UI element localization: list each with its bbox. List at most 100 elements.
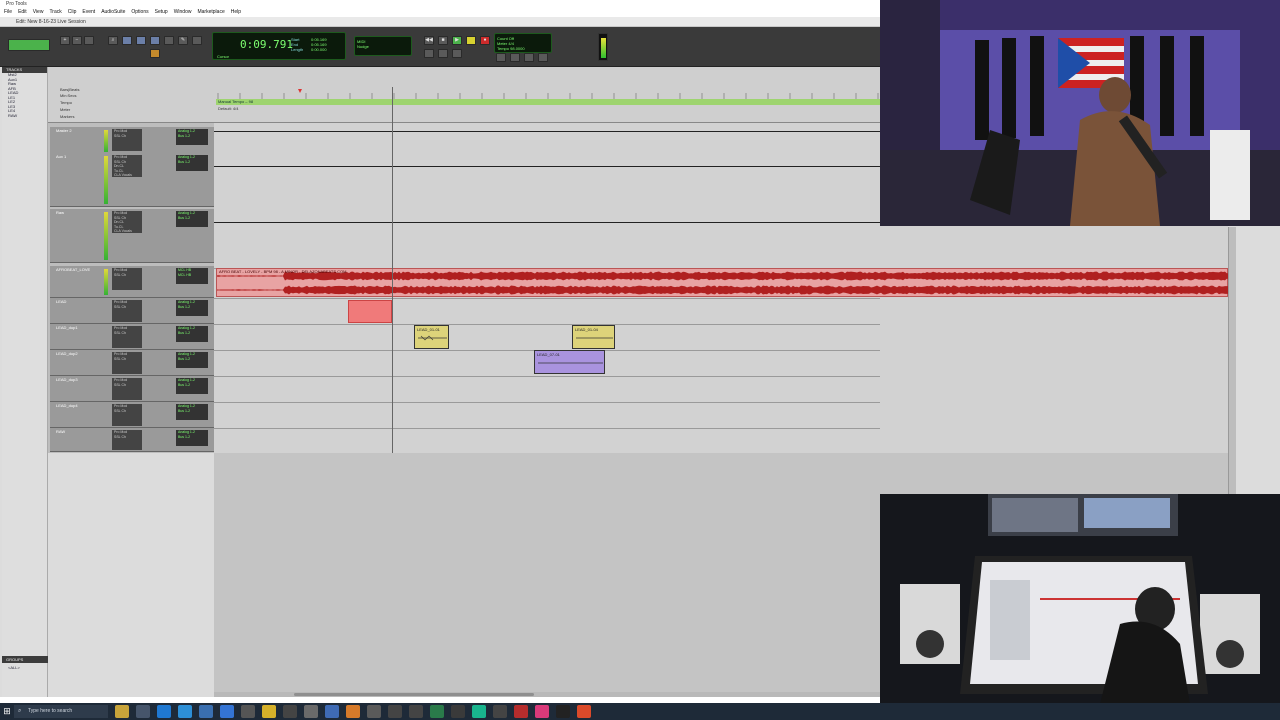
selector-tool-icon[interactable] <box>136 36 146 45</box>
taskbar-app-icon[interactable] <box>115 705 129 718</box>
menu-track[interactable]: Track <box>49 8 61 17</box>
app-icon[interactable] <box>514 705 528 718</box>
track-name[interactable]: LEAD_dup4 <box>56 403 78 408</box>
record-button[interactable]: ● <box>480 36 490 45</box>
track-name[interactable]: Raw <box>56 210 64 215</box>
track-name[interactable]: LEAD_dup2 <box>56 351 78 356</box>
tempo-meter-panel[interactable]: Count Off Meter 4/4 Tempo 98.0000 <box>494 33 552 53</box>
track-header[interactable]: RAW Pro Mod SSL Ch Analog 1-2 Bus 1-2 <box>50 428 214 452</box>
groups-all-item[interactable]: <ALL> <box>8 665 20 670</box>
insert-slot[interactable]: SSL Ch <box>114 273 142 278</box>
track-name[interactable]: RAW <box>56 429 65 434</box>
track-header[interactable]: LEAD_dup3 Pro Mod SSL Ch Analog 1-2 Bus 1-2 <box>50 376 214 402</box>
io-slot[interactable]: Bus 1-2 <box>178 160 208 165</box>
grabber-tool-icon[interactable] <box>150 36 160 45</box>
track-io[interactable]: Analog 1-2 Bus 1-2 <box>176 155 208 171</box>
stop-button[interactable]: ■ <box>438 36 448 45</box>
edit-mode-shuffle-button[interactable] <box>8 39 50 51</box>
track-io[interactable]: Analog 1-2 Bus 1-2 <box>176 430 208 446</box>
app-icon[interactable] <box>472 705 486 718</box>
edge-icon[interactable] <box>157 705 171 718</box>
track-io[interactable]: Analog 1-2 Bus 1-2 <box>176 300 208 316</box>
insert-slot[interactable]: SSL Ch <box>114 409 142 414</box>
transport-aux-button-1[interactable] <box>424 49 434 58</box>
task-view-icon[interactable] <box>136 705 150 718</box>
bars-ruler[interactable] <box>216 87 880 99</box>
track-header[interactable]: Aux 1 Pro Mod SSL Ch Dn.CL Tu.CL CLA Vocals An… <box>50 153 214 207</box>
track-header[interactable]: LEAD_dup4 Pro Mod SSL Ch Analog 1-2 Bus 1-2 <box>50 402 214 428</box>
track-header[interactable]: AFROBEAT_LOVE Pro Mod SSL Ch MCL HB MCL HB <box>50 266 214 298</box>
chrome-icon[interactable] <box>577 705 591 718</box>
play-button[interactable]: ▶ <box>452 36 462 45</box>
tempo-value[interactable]: 98.0000 <box>510 46 524 51</box>
io-slot[interactable]: Bus 1-2 <box>178 357 208 362</box>
track-name[interactable]: LEAD <box>56 299 66 304</box>
insert-slot[interactable]: SSL Ch <box>114 331 142 336</box>
track-header[interactable]: LEAD_dup1 Pro Mod SSL Ch Analog 1-2 Bus 1-2 <box>50 324 214 350</box>
pencil-tool-icon[interactable]: ✎ <box>178 36 188 45</box>
app-icon[interactable] <box>346 705 360 718</box>
track-name[interactable]: AFROBEAT_LOVE <box>56 267 90 272</box>
io-slot[interactable]: Bus 1-2 <box>178 305 208 310</box>
tempo-ruler[interactable]: Manual Tempo – 98 <box>216 99 880 105</box>
settings-icon[interactable] <box>283 705 297 718</box>
insert-slot[interactable]: CLA Vocals <box>114 229 142 234</box>
insert-slot[interactable]: SSL Ch <box>114 134 142 139</box>
io-slot[interactable]: Bus 1-2 <box>178 435 208 440</box>
insert-slot[interactable]: SSL Ch <box>114 435 142 440</box>
track-inserts[interactable]: Pro Mod SSL Ch Dn.CL Tu.CL CLA Vocals <box>112 211 142 233</box>
insert-slot[interactable]: SSL Ch <box>114 357 142 362</box>
track-inserts[interactable]: Pro Mod SSL Ch <box>112 430 142 450</box>
track-inserts[interactable]: Pro Mod SSL Ch <box>112 300 142 322</box>
io-slot[interactable]: Bus 1-2 <box>178 134 208 139</box>
zoom-in-button[interactable]: + <box>60 36 70 45</box>
zoom-out-button[interactable]: − <box>72 36 82 45</box>
loop-button[interactable] <box>466 36 476 45</box>
counter-length-value[interactable]: 0:00.000 <box>311 47 327 52</box>
app-icon[interactable] <box>325 705 339 718</box>
browser-icon[interactable] <box>178 705 192 718</box>
menu-options[interactable]: Options <box>131 8 148 17</box>
conductor-button[interactable] <box>496 53 506 62</box>
track-header[interactable]: Raw Pro Mod SSL Ch Dn.CL Tu.CL CLA Vocals Anal… <box>50 209 214 263</box>
track-header[interactable]: LEAD Pro Mod SSL Ch Analog 1-2 Bus 1-2 <box>50 298 214 324</box>
tiktok-icon[interactable] <box>556 705 570 718</box>
mail-icon[interactable] <box>220 705 234 718</box>
track-io[interactable]: Analog 1-2 Bus 1-2 <box>176 378 208 394</box>
track-name[interactable]: LEAD_dup3 <box>56 377 78 382</box>
horizontal-scrollbar[interactable] <box>214 692 880 697</box>
app-icon[interactable] <box>535 705 549 718</box>
menu-clip[interactable]: Clip <box>68 8 77 17</box>
track-name[interactable]: Aux 1 <box>56 154 66 159</box>
app-icon[interactable] <box>388 705 402 718</box>
insert-slot[interactable]: SSL Ch <box>114 383 142 388</box>
pro-tools-icon[interactable] <box>367 705 381 718</box>
insert-slot[interactable]: SSL Ch <box>114 305 142 310</box>
zoom-preset-button[interactable] <box>84 36 94 45</box>
track-inserts[interactable]: Pro Mod SSL Ch <box>112 404 142 426</box>
menu-view[interactable]: View <box>33 8 44 17</box>
track-inserts[interactable]: Pro Mod SSL Ch <box>112 352 142 374</box>
windows-start-icon[interactable]: ⊞ <box>0 703 14 720</box>
clip-lead-dup1-b[interactable]: LEAD_01-04 <box>572 325 615 349</box>
track-header[interactable]: LEAD_dup2 Pro Mod SSL Ch Analog 1-2 Bus 1-2 <box>50 350 214 376</box>
menu-help[interactable]: Help <box>231 8 241 17</box>
track-io[interactable]: Analog 1-2 Bus 1-2 <box>176 352 208 368</box>
app-icon[interactable] <box>409 705 423 718</box>
track-name[interactable]: LEAD_dup1 <box>56 325 78 330</box>
store-icon[interactable] <box>241 705 255 718</box>
main-counter[interactable]: 0:09.791 Start End Length 0:05.169 0:05.… <box>212 32 346 60</box>
metronome-button[interactable] <box>524 53 534 62</box>
rewind-button[interactable]: ◀◀ <box>424 36 434 45</box>
track-io[interactable]: Analog 1-2 Bus 1-2 <box>176 211 208 227</box>
track-name[interactable]: Master 2 <box>56 128 72 133</box>
groups-list-header[interactable]: GROUPS <box>2 656 48 663</box>
explorer-icon[interactable] <box>199 705 213 718</box>
track-io[interactable]: MCL HB MCL HB <box>176 268 208 284</box>
menu-audiosuite[interactable]: AudioSuite <box>101 8 125 17</box>
track-io[interactable]: Analog 1-2 Bus 1-2 <box>176 326 208 342</box>
menu-edit[interactable]: Edit <box>18 8 27 17</box>
io-slot[interactable]: MCL HB <box>178 273 208 278</box>
menu-window[interactable]: Window <box>174 8 192 17</box>
transport-aux-button-3[interactable] <box>452 49 462 58</box>
